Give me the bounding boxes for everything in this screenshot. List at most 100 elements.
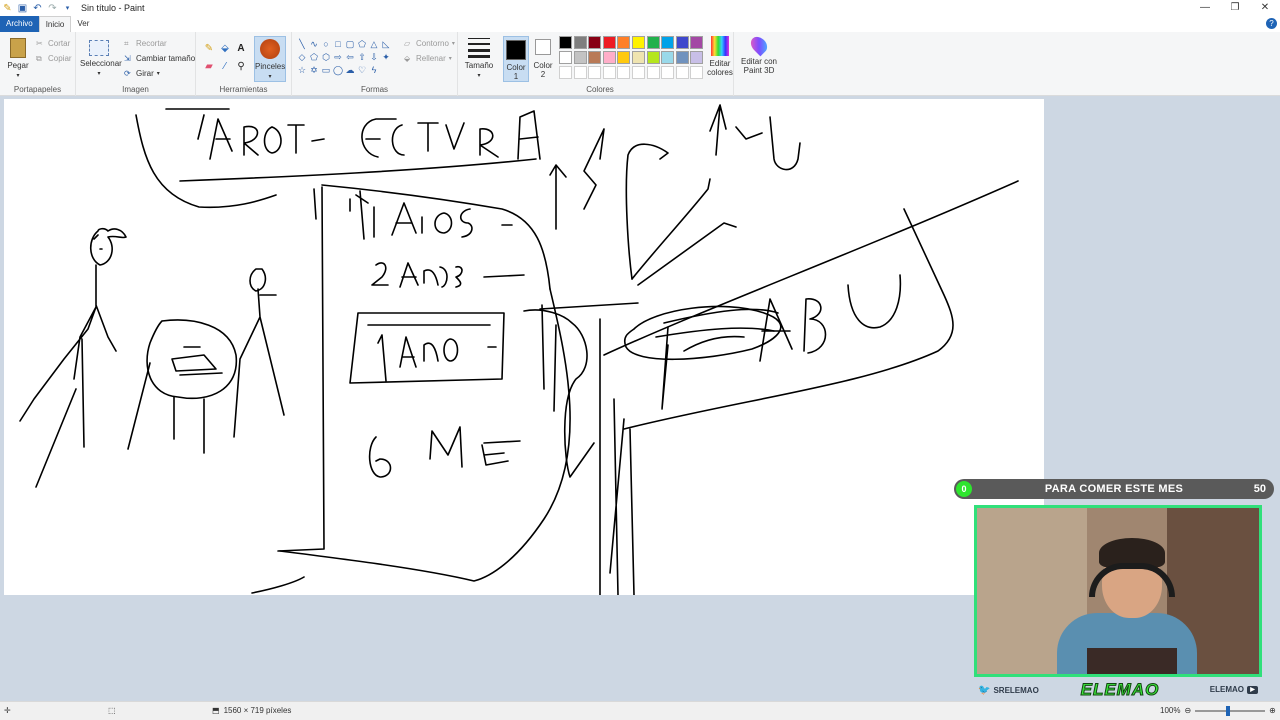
star5-shape-icon[interactable]: ☆: [296, 64, 308, 76]
zoom-in-icon[interactable]: ⊕: [1269, 706, 1276, 715]
custom-color-swatch[interactable]: [690, 66, 704, 79]
tab-archivo[interactable]: Archivo: [0, 16, 39, 32]
crop-button[interactable]: ⌗ Recortar: [124, 39, 167, 48]
callout-rect-shape-icon[interactable]: ▭: [320, 64, 332, 76]
rotate-button[interactable]: ⟳ Girar ▾: [124, 69, 160, 78]
close-button[interactable]: ✕: [1250, 0, 1280, 16]
scissors-icon: ✂: [36, 39, 43, 48]
drawing-stroke: [625, 104, 727, 280]
resize-button[interactable]: ⇲ Cambiar tamaño: [124, 54, 195, 63]
brushes-button[interactable]: Pinceles ▾: [254, 36, 286, 82]
custom-color-swatch[interactable]: [573, 66, 587, 79]
color-swatch[interactable]: [588, 51, 602, 64]
heart-shape-icon[interactable]: ♡: [356, 64, 368, 76]
hexagon-shape-icon[interactable]: ⬡: [320, 51, 332, 63]
custom-color-swatch[interactable]: [617, 66, 631, 79]
color2-button[interactable]: Color 2: [532, 39, 554, 79]
color-swatch[interactable]: [617, 51, 631, 64]
cut-button[interactable]: ✂ Cortar: [36, 39, 70, 48]
color-swatch[interactable]: [646, 51, 660, 64]
color-swatch[interactable]: [573, 36, 587, 49]
up-arrow-shape-icon[interactable]: ⇧: [356, 51, 368, 63]
oval-shape-icon[interactable]: ○: [320, 38, 332, 50]
custom-color-swatch[interactable]: [661, 66, 675, 79]
drawing-stroke: [127, 362, 205, 454]
color-swatch[interactable]: [632, 36, 645, 49]
custom-color-swatch[interactable]: [602, 66, 616, 79]
fill-icon[interactable]: ⬙: [218, 42, 232, 56]
star4-shape-icon[interactable]: ✦: [380, 51, 392, 63]
maximize-button[interactable]: ❐: [1220, 0, 1250, 16]
custom-color-swatch[interactable]: [588, 66, 602, 79]
color-swatch[interactable]: [675, 36, 689, 49]
drawing-canvas[interactable]: [4, 99, 1044, 595]
color-swatch[interactable]: [646, 36, 660, 49]
color-wheel-icon: [711, 36, 729, 56]
status-bar: ✛ ⬚ ⬒ 1560 × 719 píxeles 100% ⊖ ⊕: [0, 701, 1280, 720]
copy-button[interactable]: ⧉ Copiar: [36, 54, 72, 63]
polygon-shape-icon[interactable]: ⬠: [356, 38, 368, 50]
color-swatch[interactable]: [617, 36, 631, 49]
star6-shape-icon[interactable]: ✡: [308, 64, 320, 76]
left-arrow-shape-icon[interactable]: ⇦: [344, 51, 356, 63]
color-swatch[interactable]: [602, 51, 616, 64]
custom-color-swatch[interactable]: [632, 66, 645, 79]
custom-color-swatch[interactable]: [646, 66, 660, 79]
color-swatch[interactable]: [602, 36, 616, 49]
color-picker-icon[interactable]: ⁄: [218, 60, 232, 74]
color-swatch[interactable]: [661, 36, 675, 49]
paste-button[interactable]: Pegar ▾: [4, 38, 32, 81]
size-button[interactable]: Tamaño ▾: [462, 38, 496, 81]
drawing-stroke: [349, 312, 505, 384]
pentagon-shape-icon[interactable]: ⬠: [308, 51, 320, 63]
color-swatch[interactable]: [632, 51, 645, 64]
undo-icon[interactable]: ↶: [32, 3, 43, 14]
diamond-shape-icon[interactable]: ◇: [296, 51, 308, 63]
minimize-button[interactable]: —: [1190, 0, 1220, 16]
right-arrow-shape-icon[interactable]: ⇨: [332, 51, 344, 63]
pencil-icon[interactable]: ✎: [202, 42, 216, 56]
redo-icon[interactable]: ↷: [47, 3, 58, 14]
down-arrow-shape-icon[interactable]: ⇩: [368, 51, 380, 63]
customize-icon[interactable]: ▾: [62, 3, 73, 14]
paint-icon: ✎: [3, 2, 12, 14]
color-swatch[interactable]: [661, 51, 675, 64]
color-swatch[interactable]: [559, 36, 572, 49]
color-swatch[interactable]: [675, 51, 689, 64]
zoom-slider[interactable]: [1195, 705, 1266, 716]
curve-shape-icon[interactable]: ∿: [308, 38, 320, 50]
custom-color-swatch[interactable]: [675, 66, 689, 79]
tab-ver[interactable]: Ver: [71, 16, 95, 32]
help-icon[interactable]: ?: [1266, 18, 1277, 29]
cloud-shape-icon[interactable]: ☁: [344, 64, 356, 76]
text-icon[interactable]: A: [234, 42, 248, 56]
zoom-out-icon[interactable]: ⊖: [1184, 706, 1191, 715]
triangle-shape-icon[interactable]: △: [368, 38, 380, 50]
edit-colors-button[interactable]: Editar colores: [704, 36, 736, 77]
select-button[interactable]: Seleccionar ▾: [80, 40, 122, 79]
zoom-slider-thumb[interactable]: [1226, 705, 1231, 716]
color1-button[interactable]: Color 1: [503, 36, 529, 82]
save-icon[interactable]: ▣: [17, 3, 28, 14]
fill-shape-button[interactable]: ⬙ Rellenar ▾: [404, 54, 452, 63]
right-triangle-shape-icon[interactable]: ◺: [380, 38, 392, 50]
magnifier-icon[interactable]: ⚲: [234, 60, 248, 74]
tab-inicio[interactable]: Inicio: [38, 16, 72, 32]
rectangle-shape-icon[interactable]: □: [332, 38, 344, 50]
eraser-icon[interactable]: ▰: [202, 60, 216, 74]
lightning-shape-icon[interactable]: ϟ: [368, 64, 380, 76]
outline-button[interactable]: ▱ Contorno ▾: [404, 39, 455, 48]
color-swatch[interactable]: [573, 51, 587, 64]
headset-icon: [1089, 563, 1175, 597]
drawing-stroke: [368, 426, 521, 478]
custom-color-swatch[interactable]: [559, 66, 572, 79]
color-swatch[interactable]: [690, 51, 704, 64]
line-shape-icon[interactable]: ╲: [296, 38, 308, 50]
callout-oval-shape-icon[interactable]: ◯: [332, 64, 344, 76]
color-swatch[interactable]: [690, 36, 704, 49]
color-swatch[interactable]: [588, 36, 602, 49]
rounded-rect-shape-icon[interactable]: ▢: [344, 38, 356, 50]
color-swatch[interactable]: [559, 51, 572, 64]
twitter-handle: 🐦 SRELEMAO: [978, 685, 1039, 696]
edit-paint3d-button[interactable]: Editar con Paint 3D: [736, 33, 782, 75]
